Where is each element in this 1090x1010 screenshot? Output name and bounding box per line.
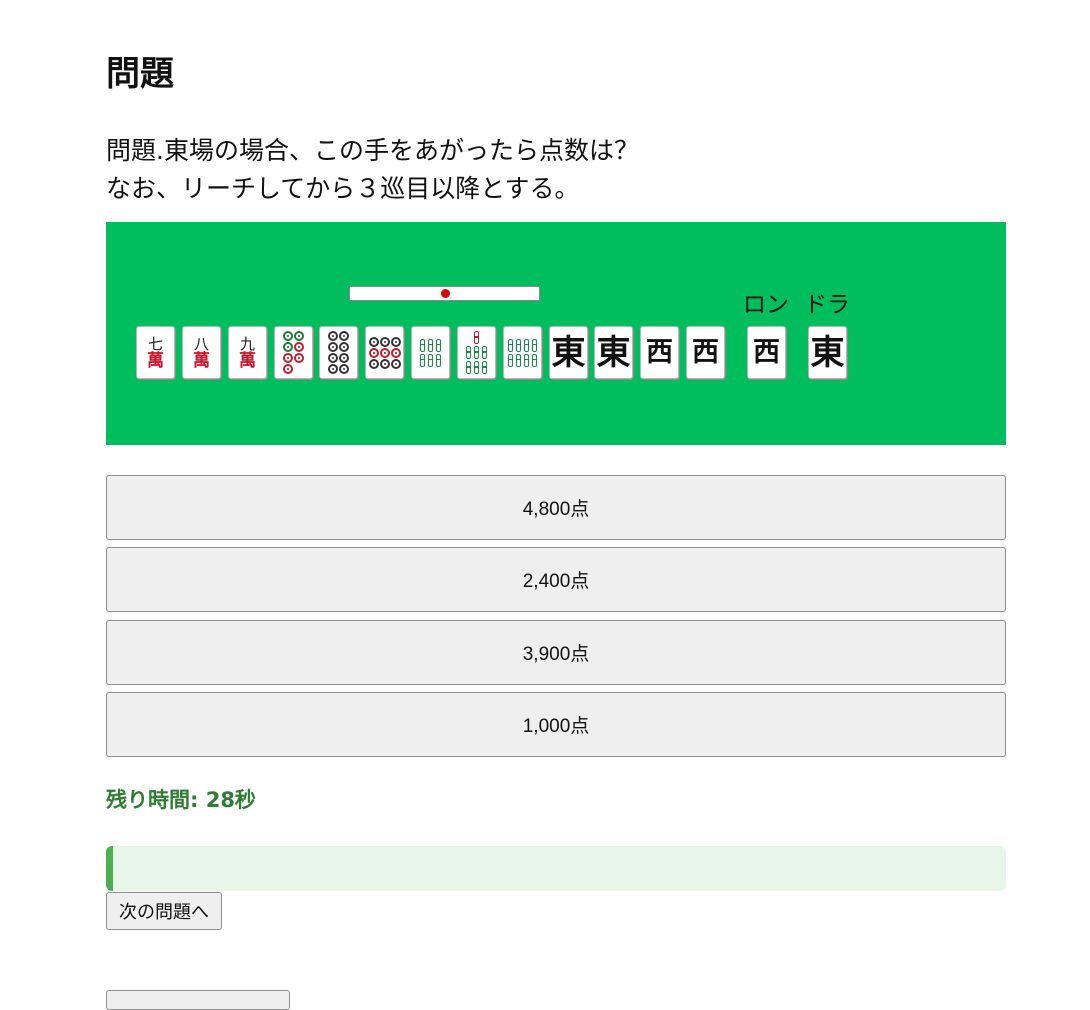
choice-button-3[interactable]: 3,900点	[106, 620, 1006, 685]
choice-button-2[interactable]: 2,400点	[106, 547, 1006, 612]
ron-tile: 西	[747, 326, 786, 379]
choice-button-4[interactable]: 1,000点	[106, 692, 1006, 757]
tile-east: 東	[594, 326, 633, 379]
ron-label: ロン	[743, 292, 789, 318]
tile-9-man: 九萬	[228, 326, 267, 379]
progress-fill	[106, 846, 113, 891]
mahjong-board: ロン ドラ 七萬 八萬 九萬 東 東 西 西 西 東	[106, 222, 1006, 445]
next-question-button[interactable]: 次の問題へ	[106, 892, 222, 930]
tile-east: 東	[549, 326, 588, 379]
tile-west: 西	[686, 326, 725, 379]
time-progress-bar	[106, 846, 1006, 891]
question-line-2: なお、リーチしてから３巡目以降とする。	[106, 174, 580, 203]
choice-button-1[interactable]: 4,800点	[106, 475, 1006, 540]
tile-8-pin	[319, 326, 358, 379]
riichi-stick-icon	[349, 286, 540, 301]
question-text: 問題.東場の場合、この手をあがったら点数は？ なお、リーチしてから３巡目以降とす…	[106, 132, 639, 208]
dora-tile: 東	[808, 326, 847, 379]
tile-9-pin	[365, 326, 404, 379]
tile-8-man: 八萬	[182, 326, 221, 379]
tile-7-man: 七萬	[136, 326, 175, 379]
page-title: 問題	[106, 54, 174, 94]
tile-6-sou	[411, 326, 450, 379]
tile-7-sou	[457, 326, 496, 379]
tile-7-pin	[274, 326, 313, 379]
tile-8-sou	[503, 326, 542, 379]
timer-text: 残り時間: 28秒	[106, 788, 256, 812]
dora-label: ドラ	[804, 292, 850, 318]
question-line-1: 問題.東場の場合、この手をあがったら点数は？	[106, 136, 639, 165]
bottom-button[interactable]	[106, 990, 290, 1010]
tile-west: 西	[640, 326, 679, 379]
